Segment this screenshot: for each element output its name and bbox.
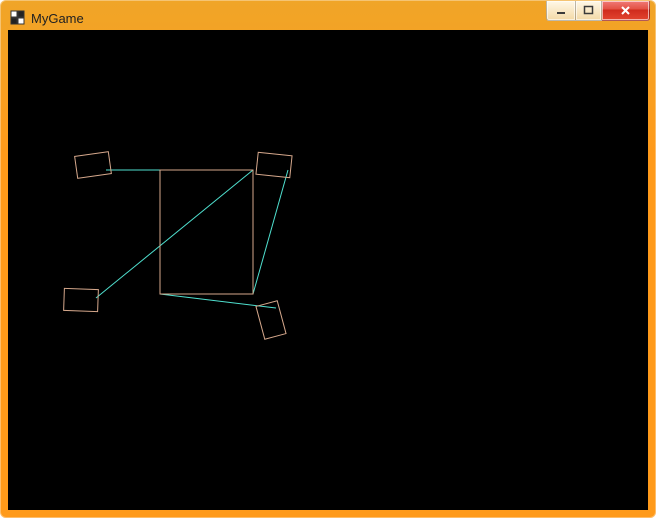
close-icon	[619, 5, 632, 16]
app-icon	[10, 10, 26, 26]
minimize-icon	[556, 5, 567, 16]
game-canvas	[8, 30, 648, 510]
maximize-button[interactable]	[575, 1, 602, 21]
titlebar[interactable]: MyGame	[6, 6, 650, 30]
game-viewport[interactable]	[8, 30, 648, 510]
window-controls	[546, 1, 650, 21]
close-button[interactable]	[602, 1, 650, 21]
window-title: MyGame	[31, 11, 84, 26]
minimize-button[interactable]	[546, 1, 575, 21]
app-window: MyGame	[0, 0, 656, 518]
maximize-icon	[583, 5, 594, 16]
